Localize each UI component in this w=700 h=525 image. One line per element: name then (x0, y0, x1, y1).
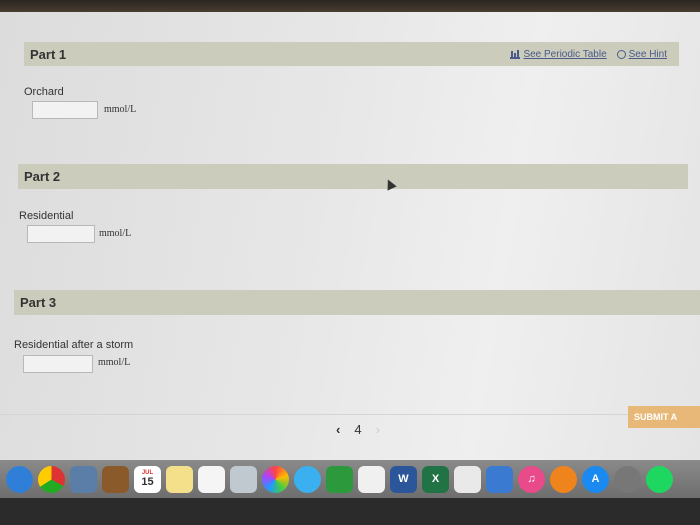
photo-booth-icon[interactable] (230, 465, 257, 493)
periodic-table-link[interactable]: See Periodic Table (510, 48, 607, 60)
part-2-question-label: Residential (19, 210, 74, 222)
browser-content: Part 1 See Periodic Table See Hint Orcha… (0, 12, 700, 460)
reminders-icon[interactable] (198, 465, 225, 493)
hint-label: See Hint (628, 48, 667, 60)
part-2-header: Part 2 (18, 164, 688, 189)
part-1-answer-input[interactable] (32, 101, 98, 119)
part-3-title: Part 3 (20, 295, 57, 310)
chrome-icon[interactable] (38, 465, 65, 493)
part-2-unit: mmol/L (99, 228, 132, 239)
photos-icon[interactable] (262, 465, 289, 493)
part-2-answer-input[interactable] (27, 225, 95, 243)
part-3-answer-input[interactable] (23, 355, 93, 373)
safari-icon[interactable] (6, 465, 33, 493)
page-number: 4 (354, 422, 362, 437)
notebook-icon[interactable] (102, 465, 129, 493)
part-1-title: Part 1 (30, 46, 67, 62)
submit-label: SUBMIT A (634, 412, 678, 422)
app-store-icon[interactable]: A (582, 465, 609, 493)
itunes-icon[interactable]: ♫ (518, 465, 545, 493)
periodic-table-label: See Periodic Table (523, 48, 607, 60)
lightbulb-icon (616, 49, 626, 59)
notes-icon[interactable] (166, 465, 193, 493)
calendar-day: 15 (141, 476, 154, 488)
bar-chart-icon (510, 49, 521, 59)
part-1-header: Part 1 See Periodic Table See Hint (24, 42, 679, 66)
preview-icon[interactable] (70, 465, 97, 493)
sketch-icon[interactable] (358, 465, 385, 493)
part-3-unit: mmol/L (98, 357, 131, 368)
part-3-question-label: Residential after a storm (14, 339, 134, 351)
facetime-icon[interactable] (326, 465, 353, 493)
word-icon[interactable]: W (390, 465, 417, 493)
next-page-button[interactable]: › (376, 422, 380, 437)
submit-button[interactable]: SUBMIT A (628, 406, 700, 428)
keynote-icon[interactable] (486, 465, 513, 493)
messages-icon[interactable] (294, 465, 321, 493)
spotify-icon[interactable] (646, 465, 673, 493)
screen-bezel-bottom (0, 498, 700, 525)
ibooks-icon[interactable] (550, 465, 577, 493)
hint-link[interactable]: See Hint (616, 48, 667, 60)
part-1-unit: mmol/L (104, 104, 137, 115)
pagination: ‹ 4 › (336, 422, 380, 437)
screen-bezel-top (0, 0, 700, 12)
excel-icon[interactable]: X (422, 465, 449, 493)
footer-divider (0, 414, 700, 415)
numbers-icon[interactable] (454, 465, 481, 493)
header-links: See Periodic Table See Hint (510, 49, 667, 60)
prev-page-button[interactable]: ‹ (336, 422, 340, 437)
calendar-icon[interactable]: JUL 15 (134, 465, 161, 493)
mac-dock: JUL 15 W X ♫ A (0, 460, 700, 498)
part-3-header: Part 3 (14, 290, 700, 315)
part-2-title: Part 2 (24, 169, 61, 184)
part-1-question-label: Orchard (24, 86, 64, 98)
system-preferences-icon[interactable] (614, 465, 641, 493)
